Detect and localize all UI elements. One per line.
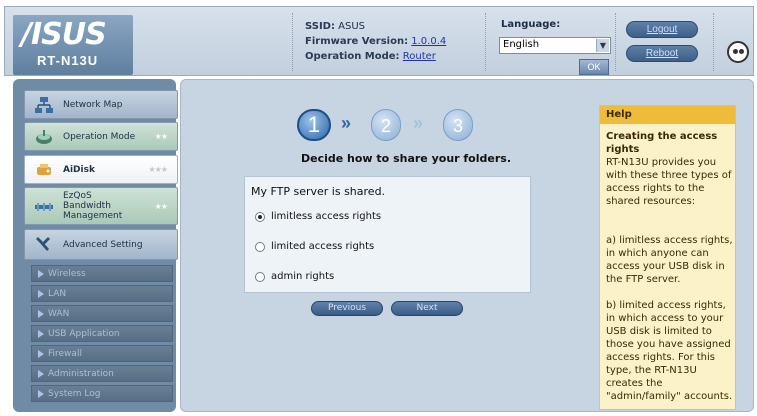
previous-button[interactable]: Previous: [311, 301, 383, 316]
sidebar-item-label: AiDisk: [63, 165, 95, 175]
sidebar-item-label: USB Application: [48, 329, 120, 339]
wrench-icon: [36, 237, 50, 251]
label-line: EzQoS: [63, 191, 92, 201]
help-panel: Help Creating the access rights RT-N13U …: [599, 105, 736, 410]
sidebar-item-usb-application[interactable]: USB Application: [31, 325, 173, 342]
radio-button[interactable]: [255, 272, 265, 282]
operation-mode-icon: [36, 130, 52, 144]
divider: [615, 13, 616, 71]
opmode-label: Operation Mode:: [305, 51, 400, 62]
step-1-indicator: 1: [297, 109, 331, 141]
divider: [292, 13, 293, 71]
mascot-eye: [739, 49, 744, 54]
sidebar-item-label: Operation Mode: [63, 132, 136, 142]
sidebar-item-ezqos[interactable]: EzQoS Bandwidth Management ★★: [24, 187, 178, 225]
help-paragraph: a) limitless access rights, in which any…: [606, 235, 733, 285]
ssid-label: SSID:: [305, 21, 335, 32]
ezqos-icon: [35, 203, 53, 211]
help-paragraph: RT-N13U provides you with these three ty…: [606, 157, 732, 207]
sidebar-item-label: Wireless: [48, 269, 86, 279]
triangle-icon: [38, 290, 44, 298]
ftp-share-panel: My FTP server is shared. limitless acces…: [244, 176, 531, 293]
asus-logo: /ISUS RT-N13U: [13, 15, 133, 75]
step-2-indicator: 2: [371, 109, 401, 141]
label-line: Management: [63, 211, 123, 221]
help-title: Creating the access rights: [606, 131, 718, 155]
sidebar-item-label: Advanced Setting: [63, 240, 143, 250]
ssid-value: ASUS: [338, 21, 366, 32]
triangle-icon: [38, 370, 44, 378]
radio-button[interactable]: [255, 242, 265, 252]
sidebar-item-label: System Log: [48, 389, 101, 399]
sidebar-item-firewall[interactable]: Firewall: [31, 345, 173, 362]
sidebar-item-wireless[interactable]: Wireless: [31, 265, 173, 282]
divider: [485, 13, 486, 71]
panel-title: My FTP server is shared.: [251, 185, 386, 198]
option-label: limited access rights: [271, 241, 375, 252]
mascot-eye: [733, 49, 738, 54]
sidebar: Network Map Operation Mode ★★ AiDisk ★★★…: [13, 79, 178, 412]
sidebar-item-label: Network Map: [63, 100, 123, 110]
chevron-down-icon[interactable]: ▼: [596, 39, 609, 52]
language-ok-button[interactable]: OK: [579, 59, 609, 75]
sidebar-item-label: EzQoS Bandwidth Management: [63, 191, 122, 221]
logout-button[interactable]: Logout: [626, 21, 698, 38]
sidebar-item-label: LAN: [48, 289, 67, 299]
triangle-icon: [38, 270, 44, 278]
help-paragraph: b) limited access rights, in which acces…: [606, 300, 733, 402]
stars-badge: ★★★: [148, 165, 167, 174]
sidebar-item-label: WAN: [48, 309, 70, 319]
sidebar-item-advanced-setting[interactable]: Advanced Setting: [24, 229, 178, 260]
firmware-link[interactable]: 1.0.0.4: [411, 36, 446, 47]
double-chevron-icon: »: [341, 113, 352, 133]
sidebar-item-label: Firewall: [48, 349, 82, 359]
triangle-icon: [38, 350, 44, 358]
sidebar-item-aidisk[interactable]: AiDisk ★★★: [24, 155, 178, 184]
option-label: limitless access rights: [271, 211, 382, 222]
triangle-icon: [38, 330, 44, 338]
mascot-icon: [727, 41, 749, 63]
sidebar-item-label: Administration: [48, 369, 114, 379]
opmode-link[interactable]: Router: [403, 51, 436, 62]
sidebar-item-system-log[interactable]: System Log: [31, 385, 173, 402]
sidebar-item-network-map[interactable]: Network Map: [24, 90, 178, 119]
help-header: Help: [600, 106, 735, 124]
sidebar-item-wan[interactable]: WAN: [31, 305, 173, 322]
stars-badge: ★★: [154, 132, 168, 141]
language-select[interactable]: English ▼: [499, 37, 611, 54]
step-3-indicator: 3: [443, 109, 473, 141]
next-button[interactable]: Next: [391, 301, 463, 316]
double-chevron-icon: »: [413, 113, 424, 133]
sidebar-item-administration[interactable]: Administration: [31, 365, 173, 382]
reboot-button[interactable]: Reboot: [626, 45, 698, 62]
aidisk-icon: [37, 164, 51, 175]
radio-button[interactable]: [255, 212, 265, 222]
language-label: Language:: [501, 19, 561, 30]
main-panel: 1 » 2 » 3 Decide how to share your folde…: [180, 79, 754, 412]
wizard-question: Decide how to share your folders.: [301, 152, 511, 165]
triangle-icon: [38, 310, 44, 318]
label-line: Bandwidth: [63, 201, 111, 211]
stars-badge: ★★: [154, 202, 168, 211]
sidebar-item-lan[interactable]: LAN: [31, 285, 173, 302]
language-value: English: [503, 39, 540, 50]
option-label: admin rights: [271, 271, 335, 282]
triangle-icon: [38, 390, 44, 398]
firmware-label: Firmware Version:: [305, 36, 409, 47]
router-admin-page: /ISUS RT-N13U SSID: ASUS Firmware Versio…: [0, 0, 757, 416]
sidebar-item-operation-mode[interactable]: Operation Mode ★★: [24, 122, 178, 151]
logo-text: /ISUS: [21, 17, 107, 52]
router-info: SSID: ASUS Firmware Version: 1.0.0.4 Ope…: [305, 19, 446, 64]
network-map-icon: [35, 97, 53, 113]
header-bar: /ISUS RT-N13U SSID: ASUS Firmware Versio…: [4, 6, 754, 76]
model-name: RT-N13U: [37, 53, 99, 68]
divider: [713, 13, 714, 71]
